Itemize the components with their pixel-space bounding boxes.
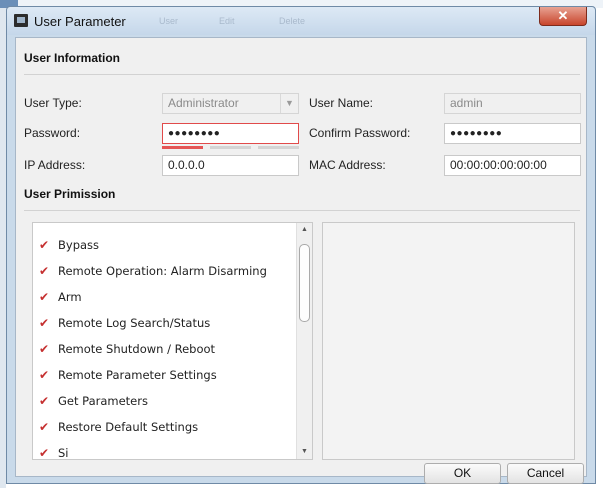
permission-item-label: Remote Log Search/Status <box>58 316 211 330</box>
permission-item-label: Si <box>58 446 69 460</box>
mac-address-value: 00:00:00:00:00:00 <box>450 158 547 172</box>
user-type-select[interactable]: Administrator ▼ <box>162 93 299 114</box>
permission-item-label: Bypass <box>58 238 100 252</box>
ok-button[interactable]: OK <box>424 463 501 484</box>
user-name-field[interactable]: admin <box>444 93 581 114</box>
title-bar[interactable]: User Parameter User Edit Delete ✕ <box>7 7 595 35</box>
permission-item[interactable]: ✔ Remote Log Search/Status <box>39 315 210 331</box>
password-strength-medium <box>210 146 251 149</box>
permission-item[interactable]: ✔ Remote Parameter Settings <box>39 367 217 383</box>
user-type-value: Administrator <box>168 96 239 110</box>
toolbar-ghost-user: User <box>159 16 179 26</box>
permission-item-label: Arm <box>58 290 82 304</box>
dialog-body: User Information User Type: Administrato… <box>15 37 587 484</box>
checkmark-icon[interactable]: ✔ <box>39 317 50 329</box>
chevron-down-icon[interactable]: ▼ <box>280 94 298 113</box>
password-field[interactable]: ●●●●●●●● <box>162 123 299 144</box>
mac-address-field[interactable]: 00:00:00:00:00:00 <box>444 155 581 176</box>
toolbar-ghost-delete: Delete <box>279 16 306 26</box>
checkmark-icon[interactable]: ✔ <box>39 369 50 381</box>
permission-item[interactable]: ✔ Si <box>39 445 69 460</box>
user-information-heading: User Information <box>24 51 121 65</box>
permission-item[interactable]: ✔ Restore Default Settings <box>39 419 198 435</box>
divider <box>24 74 580 75</box>
permission-item[interactable]: ✔ Remote Shutdown / Reboot <box>39 341 215 357</box>
checkmark-icon[interactable]: ✔ <box>39 421 50 433</box>
password-strength-weak <box>162 146 203 149</box>
confirm-password-value: ●●●●●●●● <box>450 128 503 139</box>
password-value: ●●●●●●●● <box>168 128 221 139</box>
sub-permission-panel <box>322 222 575 460</box>
ip-address-value: 0.0.0.0 <box>168 158 205 172</box>
scrollbar-thumb[interactable] <box>299 244 310 322</box>
mac-address-label: MAC Address: <box>309 158 386 172</box>
permission-item[interactable]: ✔ Get Parameters <box>39 393 148 409</box>
checkmark-icon[interactable]: ✔ <box>39 447 50 459</box>
user-name-label: User Name: <box>309 96 374 110</box>
toolbar-ghost-edit: Edit <box>219 16 235 26</box>
user-permission-heading: User Primission <box>24 187 116 201</box>
close-button[interactable]: ✕ <box>539 7 587 26</box>
ip-address-field[interactable]: 0.0.0.0 <box>162 155 299 176</box>
checkmark-icon[interactable]: ✔ <box>39 239 50 251</box>
scroll-up-arrow-icon[interactable]: ▲ <box>297 223 312 237</box>
permission-item-label: Get Parameters <box>58 394 148 408</box>
divider <box>24 210 580 211</box>
permission-item[interactable]: ✔ Bypass <box>39 237 99 253</box>
confirm-password-field[interactable]: ●●●●●●●● <box>444 123 581 144</box>
permission-item-label: Remote Operation: Alarm Disarming <box>58 264 267 278</box>
permission-item-label: Remote Parameter Settings <box>58 368 217 382</box>
permission-list[interactable]: ✔ Bypass ✔ Remote Operation: Alarm Disarmin… <box>32 222 313 460</box>
checkmark-icon[interactable]: ✔ <box>39 291 50 303</box>
user-name-value: admin <box>450 96 483 110</box>
permission-item-label: Remote Shutdown / Reboot <box>58 342 216 356</box>
checkmark-icon[interactable]: ✔ <box>39 265 50 277</box>
cancel-button[interactable]: Cancel <box>507 463 584 484</box>
permission-item-label: Restore Default Settings <box>58 420 199 434</box>
scroll-down-arrow-icon[interactable]: ▼ <box>297 445 312 459</box>
checkmark-icon[interactable]: ✔ <box>39 395 50 407</box>
app-icon <box>14 14 28 27</box>
confirm-password-label: Confirm Password: <box>309 126 411 140</box>
permission-item[interactable]: ✔ Arm <box>39 289 82 305</box>
dialog-title: User Parameter <box>34 14 126 29</box>
user-parameter-dialog: User Parameter User Edit Delete ✕ User I… <box>6 6 596 484</box>
checkmark-icon[interactable]: ✔ <box>39 343 50 355</box>
permission-item[interactable]: ✔ Remote Operation: Alarm Disarming <box>39 263 267 279</box>
user-type-label: User Type: <box>24 96 82 110</box>
permission-list-scrollbar[interactable]: ▲ ▼ <box>296 223 312 459</box>
password-strength-strong <box>258 146 299 149</box>
password-label: Password: <box>24 126 81 140</box>
close-icon: ✕ <box>557 8 569 23</box>
ip-address-label: IP Address: <box>24 158 86 172</box>
